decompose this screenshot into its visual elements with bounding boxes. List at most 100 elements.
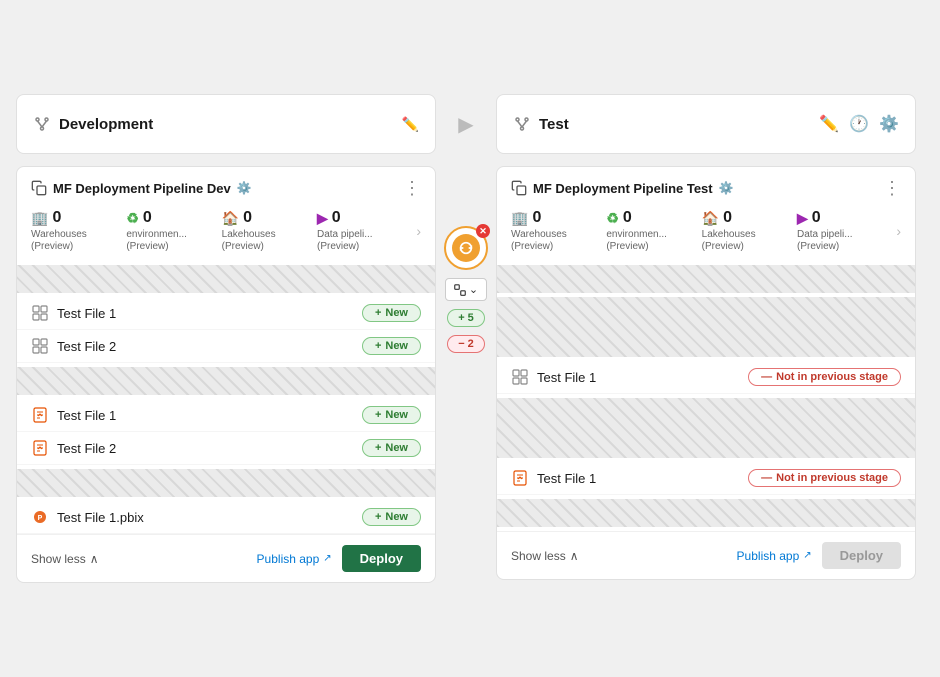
pipeline-icon-test: ▶ [797,210,808,227]
test-title-text: Test [539,116,569,133]
stats-arrow-dev[interactable]: › [416,223,421,239]
minus-icon-2: — [761,472,772,484]
dev-divider-2 [17,367,435,395]
history-icon-test[interactable]: 🕐 [849,114,869,134]
test-file-2-badge: — Not in previous stage [748,469,901,487]
dev-warehouse-count: 0 [52,209,61,227]
external-link-icon-test: ↗ [803,550,811,561]
minus-icon-1: — [761,371,772,383]
compare-button-label: ⌄ [469,283,478,296]
test-environ-count: 0 [623,209,632,227]
copy-icon-test [511,180,527,196]
test-stats-row: 🏢 0 Warehouses(Preview) ♻ 0 environmen..… [497,205,915,261]
copy-icon-dev [31,180,47,196]
settings-icon-test[interactable]: ⚙️ [879,114,899,134]
test-publish-app-link[interactable]: Publish app ↗ [737,549,812,563]
test-stage-title: Test [513,115,569,133]
lakehouse-icon-test: 🏠 [702,210,719,227]
dev-pipeline-count: 0 [332,209,341,227]
dev-file-4-badge: + New [362,439,421,457]
dev-stat-environ: ♻ 0 environmen...(Preview) [126,209,221,253]
dev-stat-pipeline: ▶ 0 Data pipeli...(Preview) [317,209,412,253]
dev-file-row-5: P Test File 1.pbix + New [17,501,435,534]
test-divider-1 [497,265,915,293]
stats-arrow-test[interactable]: › [896,223,901,239]
environ-icon-dev: ♻ [126,210,139,227]
right-arrow-icon: ▶ [458,112,473,137]
test-pipeline-count: 0 [812,209,821,227]
report-icon-test-1 [511,469,529,487]
grid-icon-test-1 [511,368,529,386]
main-row: MF Deployment Pipeline Dev ⚙️ ⋮ 🏢 0 Ware… [16,166,924,583]
test-file-row-2: Test File 1 — Not in previous stage [497,462,915,495]
test-card-footer: Show less ∧ Publish app ↗ Deploy [497,531,915,579]
dev-file-5-name: Test File 1.pbix [57,510,144,525]
dev-file-row-1: Test File 1 + New [17,297,435,330]
dev-three-dots[interactable]: ⋮ [403,179,421,197]
test-warehouse-count: 0 [532,209,541,227]
dev-file-4-name: Test File 2 [57,441,116,456]
test-empty-grid-2 [497,398,915,458]
test-deploy-button: Deploy [822,542,901,569]
test-header-icons: ✏️ 🕐 ⚙️ [819,114,899,134]
dev-show-less[interactable]: Show less ∧ [31,552,99,566]
test-stat-lakehouse: 🏠 0 Lakehouses(Preview) [702,209,797,253]
test-show-less[interactable]: Show less ∧ [511,549,579,563]
middle-connector: ✕ ⌄ + 5 − 2 [436,166,496,353]
environ-icon-test: ♻ [606,210,619,227]
settings-small-icon-dev: ⚙️ [237,181,252,195]
svg-text:P: P [38,515,43,522]
test-lakehouse-count: 0 [723,209,732,227]
changes-plus-badge: + 5 [447,309,485,327]
warehouse-icon-dev: 🏢 [31,210,48,227]
changes-minus-label: − 2 [458,338,474,350]
test-pipeline-title: MF Deployment Pipeline Test ⚙️ [511,180,734,196]
chevron-up-test: ∧ [570,549,579,563]
report-icon-dev-2 [31,439,49,457]
test-warehouse-label: Warehouses(Preview) [511,229,567,253]
compare-button[interactable]: ⌄ [445,278,487,301]
dev-file-row-3: Test File 1 + New [17,399,435,432]
dev-environ-label: environmen...(Preview) [126,229,187,253]
dev-stage-header: Development ✏️ [16,94,436,154]
dev-pipeline-title: MF Deployment Pipeline Dev ⚙️ [31,180,252,196]
sync-icon [452,234,480,262]
dev-edit-icon[interactable]: ✏️ [402,116,419,133]
sync-button[interactable]: ✕ [444,226,488,270]
dev-divider-3 [17,469,435,497]
changes-plus-label: + 5 [458,312,474,324]
warehouse-icon-test: 🏢 [511,210,528,227]
dev-publish-app-link[interactable]: Publish app ↗ [257,552,332,566]
test-pipeline-label: Data pipeli...(Preview) [797,229,853,253]
dev-stage-title: Development [33,115,153,133]
settings-small-icon-test: ⚙️ [719,181,734,195]
lakehouse-icon-dev: 🏠 [222,210,239,227]
git-icon-test [513,115,531,133]
dev-lakehouse-count: 0 [243,209,252,227]
test-file-row-1: Test File 1 — Not in previous stage [497,361,915,394]
git-icon [33,115,51,133]
edit-icon-test[interactable]: ✏️ [819,114,839,134]
compare-icon [454,284,466,296]
test-file-2-name: Test File 1 [537,471,596,486]
test-stage-header: Test ✏️ 🕐 ⚙️ [496,94,916,154]
dev-file-3-badge: + New [362,406,421,424]
plus-icon-2: + [375,340,381,352]
test-file-1-name: Test File 1 [537,370,596,385]
test-environ-label: environmen...(Preview) [606,229,667,253]
dev-pipeline-name: MF Deployment Pipeline Dev [53,181,231,196]
test-three-dots[interactable]: ⋮ [883,179,901,197]
top-row: Development ✏️ ▶ Test ✏️ 🕐 ⚙️ [16,94,924,154]
dev-file-row-2: Test File 2 + New [17,330,435,363]
dev-stat-lakehouse: 🏠 0 Lakehouses(Preview) [222,209,317,253]
dev-file-5-badge: + New [362,508,421,526]
test-stat-pipeline: ▶ 0 Data pipeli...(Preview) [797,209,892,253]
pipeline-icon-dev: ▶ [317,210,328,227]
dev-deploy-button[interactable]: Deploy [342,545,421,572]
dev-file-2-badge: + New [362,337,421,355]
test-pipeline-name: MF Deployment Pipeline Test [533,181,713,196]
grid-icon-dev-1 [31,304,49,322]
test-stat-warehouses: 🏢 0 Warehouses(Preview) [511,209,606,253]
test-pipeline-header: MF Deployment Pipeline Test ⚙️ ⋮ [497,167,915,205]
test-lakehouse-label: Lakehouses(Preview) [702,229,756,253]
